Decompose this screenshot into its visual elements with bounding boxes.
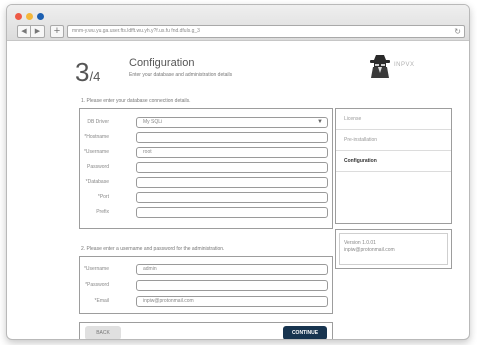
prefix-row: Prefix <box>80 207 332 218</box>
forward-arrow-icon[interactable]: ▶ <box>31 26 44 37</box>
database-input[interactable] <box>136 177 328 188</box>
db-username-input[interactable]: root <box>136 147 328 158</box>
logo: INPVX <box>368 53 436 79</box>
steps-sidebar: License Pre-installation Configuration <box>335 108 452 224</box>
browser-window: ◀ ▶ + mnm-y.wu.yu.ga.user.fts.ldfft.wu.y… <box>6 4 470 340</box>
title-bar: ◀ ▶ + mnm-y.wu.yu.ga.user.fts.ldfft.wu.y… <box>7 5 469 41</box>
admin-password-input[interactable] <box>136 280 328 291</box>
page-subtitle: Enter your database and administration d… <box>129 72 233 78</box>
hostname-label: *Hostname <box>84 134 109 140</box>
db-username-label: *Username <box>83 149 109 155</box>
admin-password-label: *Password <box>85 282 109 288</box>
sidebar-item-configuration[interactable]: Configuration <box>336 151 451 172</box>
db-driver-value: My SQLi <box>143 119 163 125</box>
url-text: mnm-y.wu.yu.ga.user.fts.ldfft.wu.yh.y?f.… <box>72 28 200 34</box>
prefix-input[interactable] <box>136 207 328 218</box>
hostname-input[interactable] <box>136 132 328 143</box>
database-label: *Database <box>85 179 109 185</box>
page-content: 3/4 Configuration Enter your database an… <box>7 42 469 339</box>
close-window-button[interactable] <box>15 13 22 20</box>
zoom-window-button[interactable] <box>37 13 44 20</box>
reload-icon[interactable]: ↻ <box>454 26 461 37</box>
version-info: Version 1.0.01 inpiw@protonmail.com <box>339 233 448 265</box>
db-password-row: Password <box>80 162 332 173</box>
db-driver-select[interactable]: My SQLi ▼ <box>136 117 328 128</box>
db-driver-row: DB Driver My SQLi ▼ <box>80 117 332 128</box>
admin-username-row: *Username admin <box>80 264 332 275</box>
admin-email-input[interactable]: inpiw@protonmail.com <box>136 296 328 307</box>
sidebar-item-license[interactable]: License <box>336 109 451 130</box>
sidebar-item-pre-installation[interactable]: Pre-installation <box>336 130 451 151</box>
step-current: 3 <box>75 57 90 87</box>
minimize-window-button[interactable] <box>26 13 33 20</box>
nav-buttons: ◀ ▶ <box>17 25 45 38</box>
admin-panel: *Username admin *Password *Email inpiw@p… <box>79 256 333 314</box>
continue-button[interactable]: CONTINUE <box>283 326 327 339</box>
db-driver-label: DB Driver <box>87 119 109 125</box>
admin-email-label: *Email <box>94 298 109 304</box>
spy-mascot-icon <box>370 55 390 78</box>
db-password-input[interactable] <box>136 162 328 173</box>
admin-username-input[interactable]: admin <box>136 264 328 275</box>
add-tab-icon[interactable]: + <box>50 25 64 38</box>
version-text: Version 1.0.01 <box>344 240 376 246</box>
address-bar[interactable]: mnm-y.wu.yu.ga.user.fts.ldfft.wu.yh.y?f.… <box>67 25 465 38</box>
db-connection-panel: DB Driver My SQLi ▼ *Hostname *Username … <box>79 108 333 229</box>
step-total: /4 <box>89 69 101 84</box>
admin-password-row: *Password <box>80 280 332 291</box>
port-row: *Port <box>80 192 332 203</box>
hostname-row: *Hostname <box>80 132 332 143</box>
prefix-label: Prefix <box>96 209 109 215</box>
port-label: *Port <box>97 194 109 200</box>
db-username-row: *Username root <box>80 147 332 158</box>
back-arrow-icon[interactable]: ◀ <box>18 26 31 37</box>
admin-email-row: *Email inpiw@protonmail.com <box>80 296 332 307</box>
step-indicator: 3/4 <box>75 57 100 88</box>
contact-email-text: inpiw@protonmail.com <box>344 247 395 253</box>
db-password-label: Password <box>87 164 109 170</box>
back-button[interactable]: BACK <box>85 326 121 339</box>
chevron-down-icon: ▼ <box>317 119 323 125</box>
database-row: *Database <box>80 177 332 188</box>
admin-section-caption: 2. Please enter a username and password … <box>81 246 225 252</box>
db-section-caption: 1. Please enter your database connection… <box>81 98 191 104</box>
page-title: Configuration <box>129 57 195 69</box>
logo-text: INPVX <box>394 62 415 68</box>
action-bar: BACK CONTINUE <box>79 322 333 339</box>
admin-username-label: *Username <box>83 266 109 272</box>
version-box: Version 1.0.01 inpiw@protonmail.com <box>335 229 452 269</box>
port-input[interactable] <box>136 192 328 203</box>
